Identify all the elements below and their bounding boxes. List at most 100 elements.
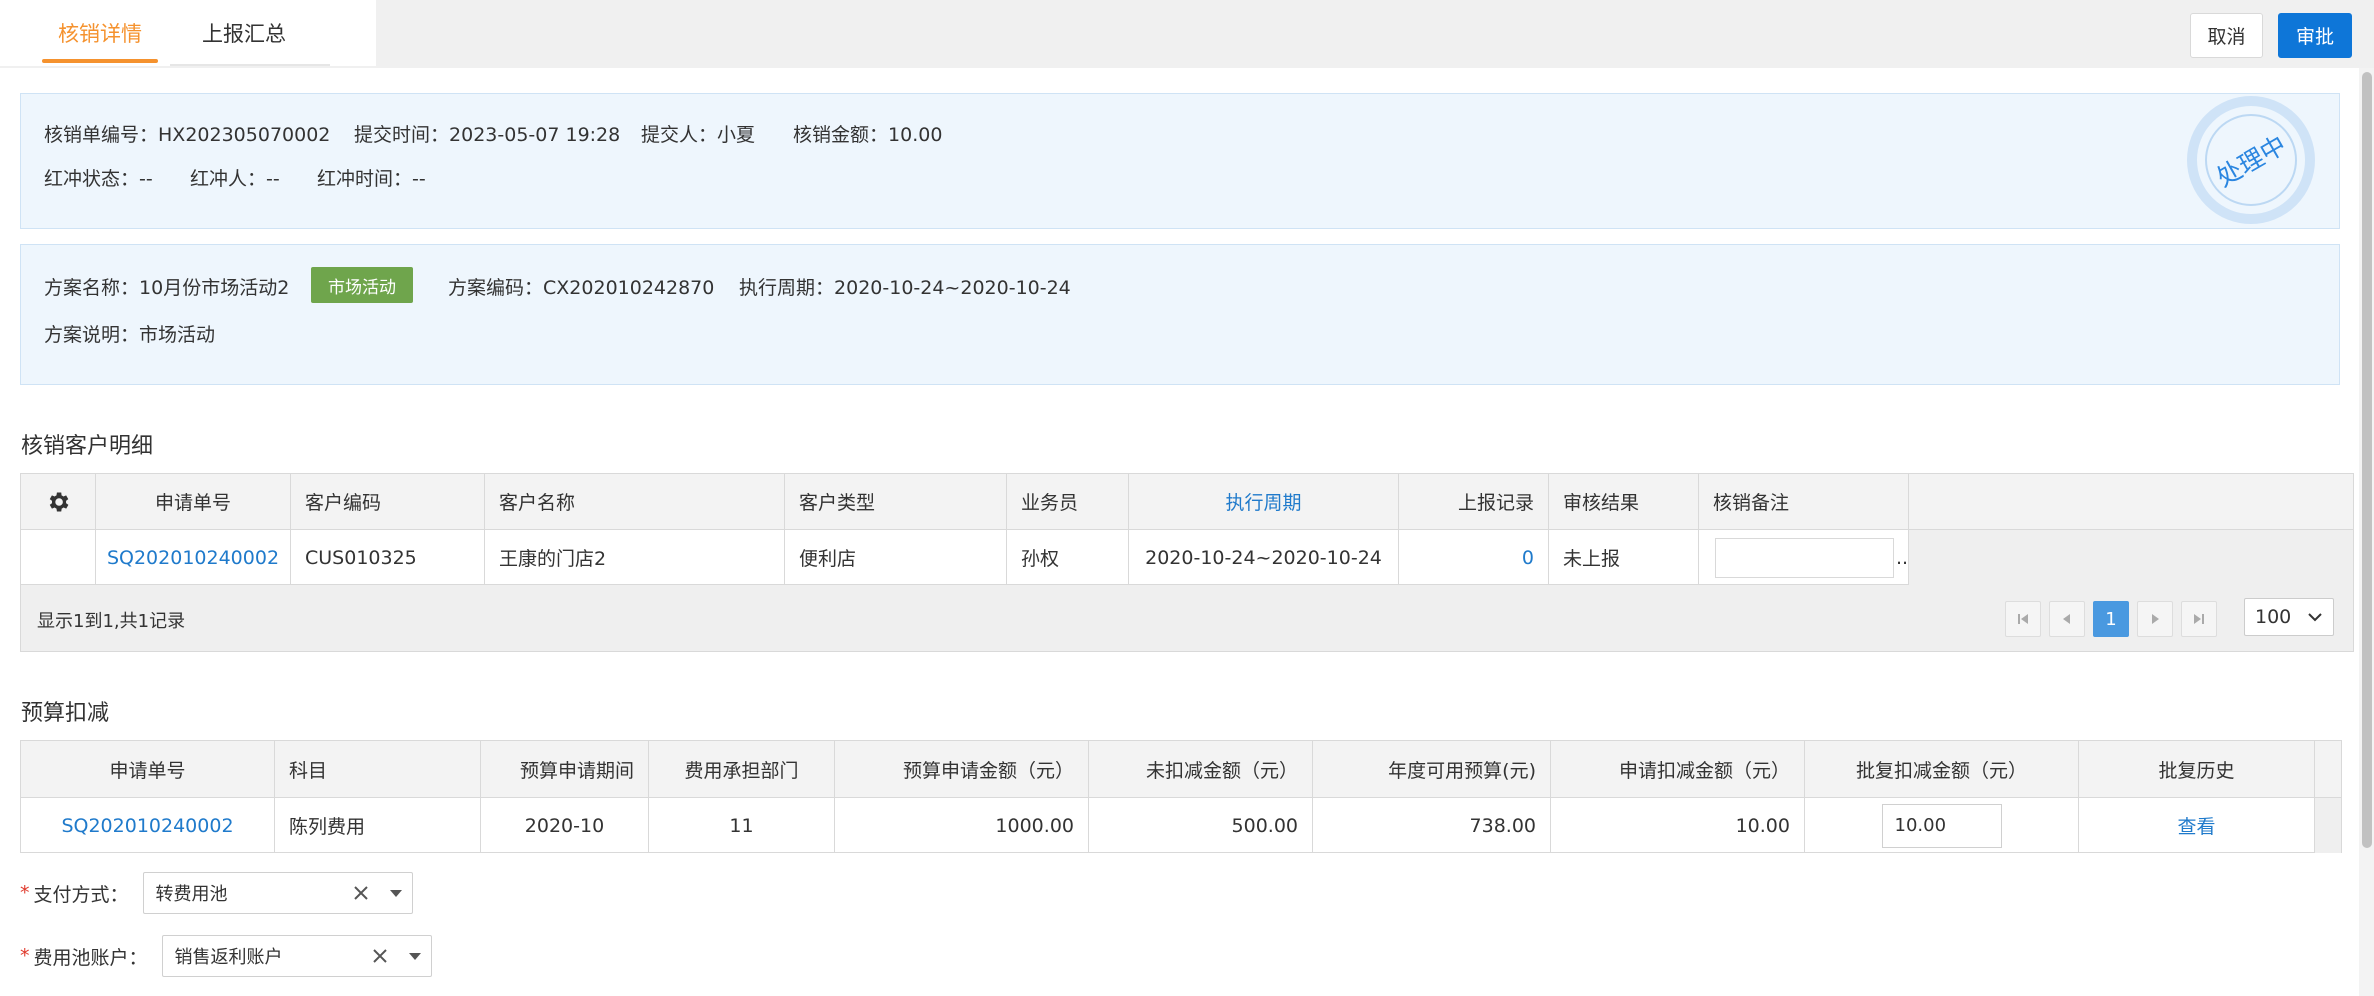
approve-button[interactable]: 审批 <box>2278 13 2352 58</box>
pay-method-select[interactable]: 转费用池 <box>142 872 413 914</box>
submitter: 提交人：小夏 <box>641 120 755 147</box>
plan-code-label: 方案编码： <box>448 277 544 299</box>
next-page-button[interactable] <box>2137 601 2173 637</box>
prev-page-button[interactable] <box>2049 601 2085 637</box>
budget-col-history: 批复历史 <box>2079 741 2315 797</box>
budget-col-subject: 科目 <box>275 741 481 797</box>
red-time: 红冲时间：-- <box>317 164 426 191</box>
plan-code: 方案编码：CX202010242870 <box>448 273 714 300</box>
pool-account-row: * 费用池账户： 销售返利账户 <box>20 935 432 977</box>
last-page-icon <box>2194 614 2204 624</box>
vertical-scrollbar-thumb[interactable] <box>2362 72 2372 848</box>
column-settings-button[interactable] <box>21 474 96 529</box>
approved-deduct-input[interactable]: 10.00 <box>1881 803 2002 848</box>
budget-header-filler <box>2315 741 2341 797</box>
plan-period-value: 2020-10-24~2020-10-24 <box>834 277 1071 299</box>
budget-table-header: 申请单号 科目 预算申请期间 费用承担部门 预算申请金额（元） 未扣减金额（元）… <box>21 741 2341 797</box>
writeoff-amount-value: 10.00 <box>888 124 943 146</box>
budget-col-apply-deduct: 申请扣减金额（元） <box>1551 741 1805 797</box>
plan-period-label: 执行周期： <box>739 277 835 299</box>
clear-icon[interactable] <box>371 947 389 965</box>
customer-section-title: 核销客户明细 <box>21 434 154 459</box>
clear-icon[interactable] <box>352 884 370 902</box>
view-history-link[interactable]: 查看 <box>2079 798 2315 853</box>
table-row: SQ202010240002 陈列费用 2020-10 11 1000.00 5… <box>21 798 2341 853</box>
red-time-value: -- <box>412 168 426 190</box>
col-header-customer-name: 客户名称 <box>485 474 785 529</box>
col-header-apply-no: 申请单号 <box>96 474 291 529</box>
status-stamp-text: 处理中 <box>2212 129 2292 193</box>
next-page-icon <box>2152 614 2159 624</box>
budget-col-apply-amount: 预算申请金额（元） <box>835 741 1089 797</box>
table-row: SQ202010240002 CUS010325 王康的门店2 便利店 孙权 2… <box>21 530 2353 585</box>
status-stamp-ring: 处理中 <box>2205 114 2297 206</box>
budget-col-undeducted: 未扣减金额（元） <box>1089 741 1313 797</box>
plan-code-value: CX202010242870 <box>543 277 715 299</box>
gear-icon[interactable] <box>45 489 71 515</box>
pool-account-select[interactable]: 销售返利账户 <box>161 935 432 977</box>
last-page-button[interactable] <box>2181 601 2217 637</box>
red-status-label: 红冲状态： <box>44 168 140 190</box>
red-time-label: 红冲时间： <box>317 168 413 190</box>
cancel-button[interactable]: 取消 <box>2190 13 2263 58</box>
ellipsis: .. <box>1896 546 1909 569</box>
page: 核销详情 上报汇总 取消 审批 核销单编号：HX202305070002 提交时… <box>0 0 2374 996</box>
writeoff-summary-panel <box>20 93 2340 229</box>
col-header-period-sortable[interactable]: 执行周期 <box>1129 474 1399 529</box>
required-marker: * <box>20 945 30 967</box>
page-size-select[interactable]: 100 <box>2244 598 2334 636</box>
row-filler <box>1909 530 2353 585</box>
red-person-label: 红冲人： <box>190 168 267 190</box>
report-records-link[interactable]: 0 <box>1399 530 1549 585</box>
chevron-down-icon <box>2308 613 2322 622</box>
writeoff-note-input[interactable] <box>1715 537 1894 578</box>
submit-time-label: 提交时间： <box>354 124 450 146</box>
budget-col-annual-available: 年度可用预算(元) <box>1313 741 1551 797</box>
tab-writeoff-detail[interactable]: 核销详情 <box>58 18 142 48</box>
writeoff-amount: 核销金额：10.00 <box>793 120 942 147</box>
top-bar: 核销详情 上报汇总 取消 审批 <box>0 0 2374 68</box>
budget-apply-no-link[interactable]: SQ202010240002 <box>21 798 275 853</box>
customer-name: 王康的门店2 <box>485 530 785 585</box>
header-filler <box>1909 474 2353 529</box>
red-person-value: -- <box>266 168 280 190</box>
plan-name-label: 方案名称： <box>44 277 140 299</box>
budget-dept: 11 <box>649 798 835 853</box>
dropdown-arrow-icon[interactable] <box>408 953 421 960</box>
apply-no-link[interactable]: SQ202010240002 <box>96 530 291 585</box>
first-page-button[interactable] <box>2005 601 2041 637</box>
pool-account-value: 销售返利账户 <box>174 947 283 968</box>
dropdown-arrow-icon[interactable] <box>389 890 402 897</box>
customer-table: 申请单号 客户编码 客户名称 客户类型 业务员 执行周期 上报记录 审核结果 核… <box>20 473 2354 585</box>
table-footer <box>20 585 2354 652</box>
budget-table: 申请单号 科目 预算申请期间 费用承担部门 预算申请金额（元） 未扣减金额（元）… <box>20 740 2342 853</box>
tab-report-summary[interactable]: 上报汇总 <box>202 18 286 48</box>
col-header-customer-type: 客户类型 <box>785 474 1007 529</box>
submit-time-value: 2023-05-07 19:28 <box>449 124 621 146</box>
salesman: 孙权 <box>1007 530 1129 585</box>
tab-bar: 核销详情 上报汇总 <box>0 0 376 66</box>
red-status: 红冲状态：-- <box>44 164 153 191</box>
plan-info-panel <box>20 244 2340 385</box>
budget-col-apply-no: 申请单号 <box>21 741 275 797</box>
page-size-value: 100 <box>2255 606 2292 628</box>
customer-code: CUS010325 <box>291 530 485 585</box>
approved-deduct-cell: 10.00 <box>1805 798 2079 853</box>
first-page-icon <box>2018 614 2028 624</box>
row-settings-cell <box>21 530 96 585</box>
pay-method-value: 转费用池 <box>155 884 228 905</box>
page-number-current[interactable]: 1 <box>2093 601 2129 637</box>
record-count: 显示1到1,共1记录 <box>37 611 186 632</box>
col-header-writeoff-note: 核销备注 <box>1699 474 1909 529</box>
budget-subject: 陈列费用 <box>275 798 481 853</box>
plan-period: 执行周期：2020-10-24~2020-10-24 <box>739 273 1071 300</box>
col-header-report-records: 上报记录 <box>1399 474 1549 529</box>
plan-desc-label: 方案说明： <box>44 324 140 346</box>
order-no-value: HX202305070002 <box>158 124 331 146</box>
submitter-value: 小夏 <box>717 124 756 146</box>
plan-type-tag: 市场活动 <box>311 267 413 303</box>
pay-method-label: 支付方式： <box>33 883 129 906</box>
customer-table-header: 申请单号 客户编码 客户名称 客户类型 业务员 执行周期 上报记录 审核结果 核… <box>21 474 2353 529</box>
budget-period: 2020-10 <box>481 798 649 853</box>
submitter-label: 提交人： <box>641 124 718 146</box>
